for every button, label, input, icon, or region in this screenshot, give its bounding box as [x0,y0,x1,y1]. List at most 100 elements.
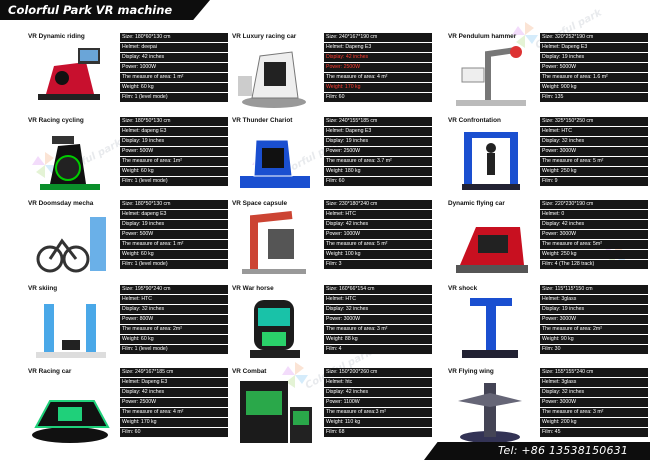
spec-row: Display: 32 inches [540,136,648,147]
spec-row: Helmet: Dapeng E3 [540,42,648,53]
spec-table: Size: 230*180*240 cm Helmet: HTC Display: … [324,200,432,270]
spec-row: Helmet: dapeng E3 [120,126,228,137]
spec-row: Size: 180*60*130 cm [120,33,228,43]
spec-row: Weight: 60 kg [120,166,228,176]
product-name: VR Flying wing [448,368,494,375]
product-image [232,126,316,198]
product-name: VR Confrontation [448,117,501,124]
spec-row: Weight: 170 kg [120,417,228,427]
product-name: VR Pendulum hammer [448,33,517,40]
war-horse-icon [250,300,300,358]
spec-row: Size: 230*180*240 cm [324,200,432,210]
spec-row: Power: 3000W [540,229,648,239]
product-image [28,377,112,449]
product-image [448,209,532,281]
spec-row: The measure of area:3 m² [324,407,432,417]
product-card-11: VR War horse Size: 160*66*154 cm Helmet: … [232,285,432,367]
spec-table: Size: 115*115*150 cm Helmet: 3glass Displa… [540,285,648,355]
racing-seat-icon [238,51,306,108]
spec-row: Weight: 180 kg [324,166,432,176]
spec-row: Display: 19 inches [324,136,432,147]
product-image [448,126,532,198]
product-card-1: VR Dynamic riding Size: 180*60*130 cm Hel… [28,33,228,115]
spec-row: Display: 42 inches [324,219,432,230]
spec-row: Helmet: HTC [324,209,432,220]
spec-row: Size: 160*66*154 cm [324,285,432,295]
spec-row: Film: 60 [324,176,432,186]
spec-row: The measure of area: 5 m² [540,156,648,166]
spec-table: Size: 180*60*130 cm Helmet: deepai Display… [120,33,228,103]
product-card-7: VR Doomsday mecha Size: 180*50*130 cm Hel… [28,200,228,282]
product-name: VR Thunder Chariot [232,117,293,124]
product-name: VR skiing [28,285,58,292]
spec-row: Display: 42 inches [324,387,432,398]
spec-row: Helmet: HTC [540,126,648,137]
spec-row: Helmet: 0 [540,209,648,220]
spec-row: Power: 800W [120,314,228,324]
spec-row: The measure of area: 5m² [540,239,648,249]
product-card-14: VR Combat Size: 150*200*260 cm Helmet: ht… [232,368,432,450]
spec-row: Film: 9 [540,176,648,186]
product-image [448,294,532,366]
spec-table: Size: 220*230*190 cm Helmet: 0 Display: 42… [540,200,648,270]
spec-row: Power: 2500W [120,397,228,407]
product-image [28,42,112,114]
spec-row: Helmet: 3glass [540,377,648,388]
bike-kiosk-icon [36,217,106,273]
spec-row: Size: 195*90*240 cm [120,285,228,295]
product-name: VR Combat [232,368,267,375]
spec-table: Size: 320*252*190 cm Helmet: Dapeng E3 Dis… [540,33,648,103]
page-title: Colorful Park VR machine [8,3,173,17]
pendulum-arm-icon [456,46,526,106]
standing-platform-icon [462,132,520,190]
flying-wing-icon [458,383,522,443]
product-name: VR Racing cycling [28,117,84,124]
spec-row: Size: 155*155*240 cm [540,368,648,378]
spec-table: Size: 155*155*240 cm Helmet: 3glass Displa… [540,368,648,438]
spec-row: The measure of area: 4 m² [324,72,432,82]
spec-table: Size: 240*167*190 cm Helmet: Dapeng E3 Dis… [324,33,432,103]
spec-row: Size: 320*252*190 cm [540,33,648,43]
spec-row: The measure of area: 5 m² [324,239,432,249]
product-card-8: VR Space capsule Size: 230*180*240 cm Hel… [232,200,432,282]
spec-row: The measure of area: 3 m² [324,324,432,334]
spec-row: Size: 240*155*185 cm [324,117,432,127]
spec-row: Display: 19 inches [540,304,648,315]
spec-row: Weight: 60 kg [120,249,228,259]
product-card-13: VR Racing car Size: 249*167*185 cm Helmet… [28,368,228,450]
spec-row: Size: 325*150*250 cm [540,117,648,127]
product-card-12: VR shock Size: 115*115*150 cm Helmet: 3gl… [448,285,648,367]
spec-row: Helmet: HTC [120,294,228,305]
spec-row: Display: 19 inches [120,219,228,230]
product-card-5: VR Thunder Chariot Size: 240*155*185 cm H… [232,117,432,199]
spec-row: Film: 1 (level mode) [120,176,228,186]
spec-table: Size: 180*50*130 cm Helmet: dapeng E3 Disp… [120,117,228,187]
spec-row: Size: 240*167*190 cm [324,33,432,43]
spec-row: Power: 2500W [324,62,432,72]
spec-row: Film: 4 [324,344,432,354]
spec-row: Weight: 88 kg [324,334,432,344]
product-image [28,126,112,198]
product-card-15: VR Flying wing Size: 155*155*240 cm Helme… [448,368,648,450]
exercise-bike-icon [40,136,100,190]
product-image [448,377,532,449]
spec-row: Display: 42 inches [120,52,228,63]
spec-table: Size: 325*150*250 cm Helmet: HTC Display: … [540,117,648,187]
spec-row: Display: 32 inches [540,387,648,398]
spec-row: Weight: 90 kg [540,334,648,344]
spec-row: Power: 1100W [324,397,432,407]
product-card-3: VR Pendulum hammer Size: 320*252*190 cm H… [448,33,648,115]
spec-row: Display: 19 inches [540,52,648,63]
spec-row: Size: 115*115*150 cm [540,285,648,295]
spec-row: Power: 3000W [540,314,648,324]
spec-row: Weight: 100 kg [324,249,432,259]
product-name: VR Luxury racing car [232,33,297,40]
spec-row: Helmet: 3glass [540,294,648,305]
spec-row: Weight: 250 kg [540,166,648,176]
product-card-4: VR Racing cycling Size: 180*50*130 cm Hel… [28,117,228,199]
product-card-9: Dynamic flying car Size: 220*230*190 cm H… [448,200,648,282]
spec-row: Film: 60 [120,427,228,437]
spec-row: Weight: 110 kg [324,417,432,427]
product-name: VR War horse [232,285,274,292]
product-image [232,209,316,281]
